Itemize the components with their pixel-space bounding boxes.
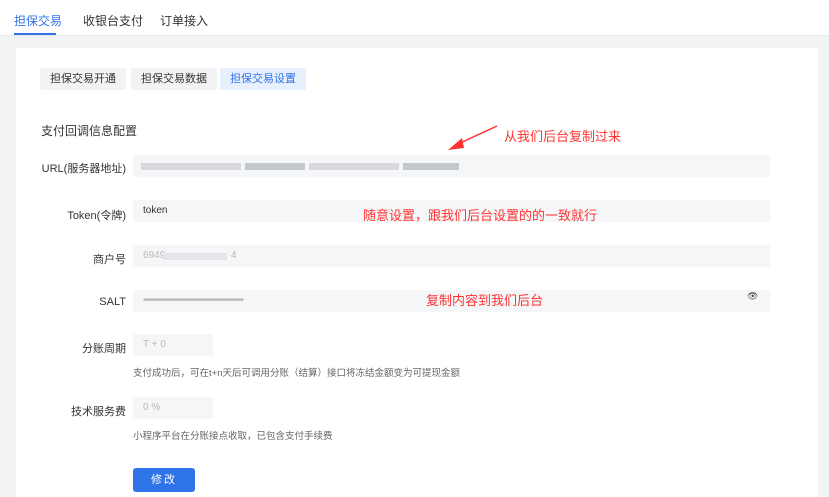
subtab-escrow-data[interactable]: 担保交易数据: [131, 68, 217, 90]
top-navigation: 担保交易 收银台支付 订单接入: [0, 0, 829, 36]
salt-masked-value: ••••••••••••••••••••••••••••••••••••••••: [143, 295, 244, 306]
settings-card: 担保交易开通 担保交易数据 担保交易设置 支付回调信息配置 URL(服务器地址)…: [16, 48, 818, 497]
url-redacted-segment: [309, 163, 399, 170]
token-label: Token(令牌): [67, 210, 126, 222]
annotation-arrow-icon: [448, 125, 498, 150]
service-fee-input[interactable]: 0 %: [133, 397, 213, 419]
annotation-url: 从我们后台复制过来: [504, 129, 622, 144]
service-fee-placeholder: 0 %: [143, 402, 161, 413]
settlement-period-hint: 支付成功后，可在t+n天后可调用分账（结算）接口将冻结金额变为可提现金额: [133, 368, 460, 379]
service-fee-label: 技术服务费: [71, 406, 126, 418]
merchant-id-label: 商户号: [93, 254, 126, 266]
merchant-id-redacted: [163, 253, 227, 260]
url-label: URL(服务器地址): [41, 163, 126, 175]
settlement-period-label: 分账周期: [82, 343, 126, 355]
tab-order-integration[interactable]: 订单接入: [160, 12, 208, 29]
token-value: token: [143, 205, 168, 216]
url-redacted-segment: [403, 163, 459, 170]
settlement-period-placeholder: T + 0: [143, 339, 166, 350]
section-title: 支付回调信息配置: [41, 124, 138, 138]
modify-button[interactable]: 修改: [133, 468, 195, 492]
url-redacted-segment: [245, 163, 305, 170]
tab-checkout-payment[interactable]: 收银台支付: [83, 12, 143, 29]
toggle-visibility-icon[interactable]: 👁︎: [747, 291, 758, 302]
service-fee-hint: 小程序平台在分账接点收取，已包含支付手续费: [133, 431, 333, 442]
merchant-id-tail: 4: [231, 250, 237, 261]
salt-label: SALT: [99, 296, 126, 308]
settlement-period-input[interactable]: T + 0: [133, 334, 213, 356]
merchant-id-input[interactable]: 6949 4: [133, 245, 770, 267]
url-redacted-segment: [141, 163, 241, 170]
subtab-escrow-settings[interactable]: 担保交易设置: [220, 68, 306, 90]
subtab-escrow-open[interactable]: 担保交易开通: [40, 68, 126, 90]
annotation-salt: 复制内容到我们后台: [426, 293, 544, 308]
tab-escrow[interactable]: 担保交易: [14, 12, 62, 29]
merchant-id-value: 6949: [143, 250, 166, 261]
annotation-token: 随意设置，跟我们后台设置的的一致就行: [363, 208, 598, 223]
active-tab-indicator: [14, 33, 56, 35]
